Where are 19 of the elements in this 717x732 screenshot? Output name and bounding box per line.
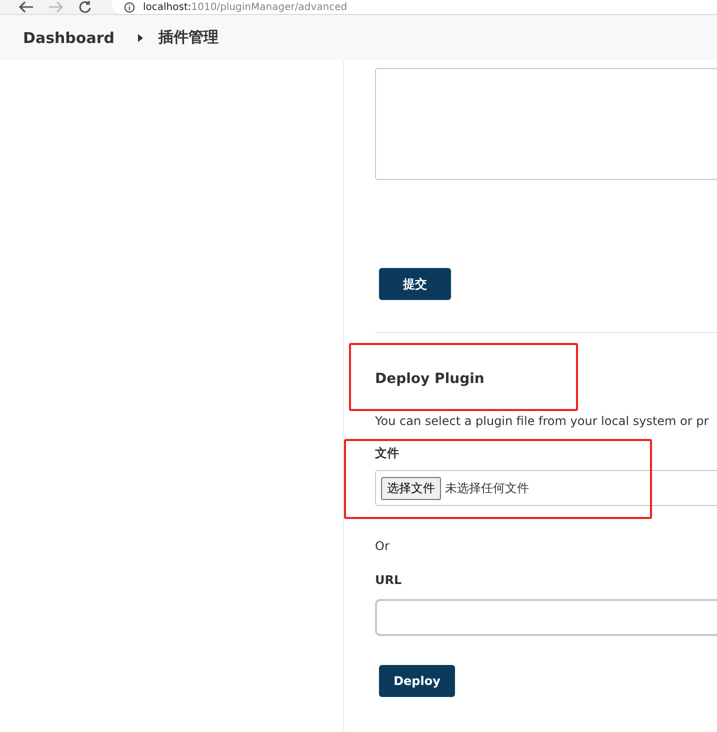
file-input[interactable]: 选择文件 未选择任何文件 (375, 470, 717, 506)
forward-icon[interactable] (48, 1, 64, 13)
file-status-text: 未选择任何文件 (445, 480, 529, 496)
caret-icon (138, 34, 144, 42)
submit-button[interactable]: 提交 (379, 268, 451, 300)
info-icon (124, 2, 135, 12)
breadcrumb-link[interactable]: Dashboard (23, 28, 114, 46)
address-bar[interactable]: localhost:1010/pluginManager/advanced (112, 0, 717, 14)
deploy-button[interactable]: Deploy (379, 665, 455, 697)
reload-icon[interactable] (78, 1, 92, 13)
section-title: Deploy Plugin (375, 371, 484, 387)
field-label: 文件 (375, 445, 400, 462)
url-text: localhost:1010/pluginManager/advanced (143, 2, 348, 12)
choose-file-button[interactable]: 选择文件 (381, 476, 441, 500)
field-label: URL (375, 573, 403, 587)
back-icon[interactable] (18, 1, 34, 13)
description-text: You can select a plugin file from your local system or pr (375, 414, 710, 428)
breadcrumb-link[interactable]: 插件管理 (158, 28, 218, 47)
or-text: Or (375, 539, 390, 553)
